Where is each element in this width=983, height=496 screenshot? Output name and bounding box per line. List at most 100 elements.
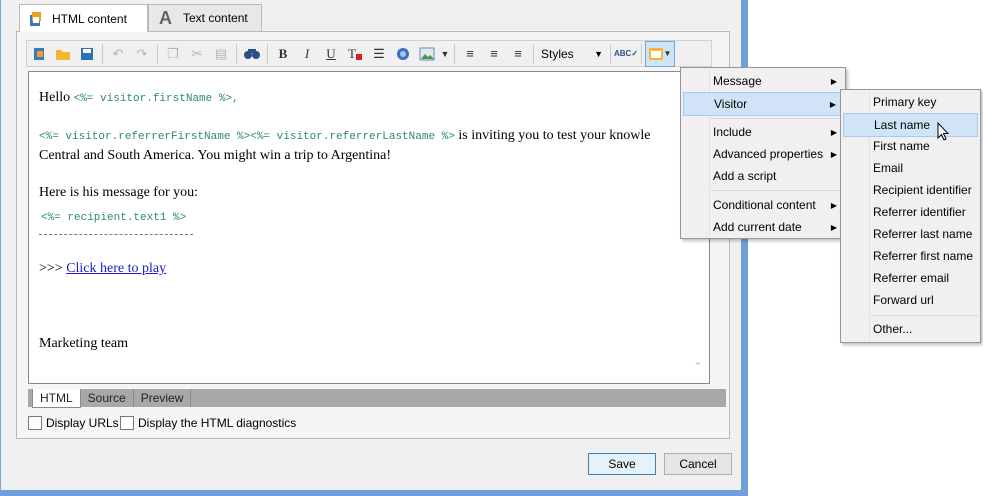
- new-document-icon[interactable]: [27, 42, 51, 66]
- tab-html-content[interactable]: HTML content: [19, 4, 148, 32]
- tab-text-content-label: Text content: [183, 11, 248, 25]
- underline-icon[interactable]: U: [319, 42, 343, 66]
- italic-icon[interactable]: I: [295, 42, 319, 66]
- toolbar-separator: [533, 43, 534, 64]
- toolbar-separator: [610, 43, 611, 64]
- menu-item-message[interactable]: Message ▶: [683, 70, 843, 92]
- undo-icon[interactable]: ↶: [106, 42, 130, 66]
- visitor-submenu: Primary key Last name First name Email R…: [840, 89, 981, 343]
- greeting-text: Hello: [39, 90, 74, 105]
- submenu-item-first-name[interactable]: First name: [843, 135, 978, 157]
- menu-item-visitor[interactable]: Visitor ▶: [683, 92, 843, 116]
- cut-icon[interactable]: ✂: [185, 42, 209, 66]
- menu-separator: [711, 118, 843, 119]
- display-diagnostics-label: Display the HTML diagnostics: [138, 416, 297, 430]
- tab-html-content-label: HTML content: [52, 11, 127, 26]
- editor-view-tabs: HTML Source Preview: [28, 389, 726, 408]
- spellcheck-icon[interactable]: ABC✓: [614, 42, 638, 66]
- display-urls-checkbox[interactable]: Display URLs: [28, 416, 119, 430]
- display-diagnostics-checkbox[interactable]: Display the HTML diagnostics: [120, 416, 296, 430]
- menu-item-advanced-properties[interactable]: Advanced properties ▶: [683, 143, 843, 165]
- align-left-icon[interactable]: ≡: [458, 42, 482, 66]
- submenu-item-recipient-identifier[interactable]: Recipient identifier: [843, 179, 978, 201]
- submenu-item-last-name[interactable]: Last name: [843, 113, 978, 137]
- image-dropdown-icon[interactable]: ▼: [439, 42, 451, 66]
- menu-item-add-script[interactable]: Add a script: [683, 165, 843, 187]
- signature: Marketing team: [39, 336, 129, 351]
- tab-text-content[interactable]: A Text content: [148, 4, 262, 31]
- submenu-item-referrer-email[interactable]: Referrer email: [843, 267, 978, 289]
- text1-tag: <%= recipient.text1 %>: [41, 212, 187, 224]
- play-prefix: >>>: [39, 261, 67, 276]
- menu-item-label: Conditional content: [713, 198, 816, 212]
- submenu-item-forward-url[interactable]: Forward url: [843, 289, 978, 311]
- align-center-icon[interactable]: ≡: [482, 42, 506, 66]
- copy-icon[interactable]: ❐: [161, 42, 185, 66]
- menu-item-label: Add a script: [713, 169, 777, 183]
- invitation-line: <%= visitor.referrerFirstName %><%= visi…: [39, 128, 650, 144]
- insert-link-icon[interactable]: [391, 42, 415, 66]
- submenu-item-other[interactable]: Other...: [843, 318, 978, 340]
- toolbar-separator: [267, 43, 268, 64]
- cancel-button[interactable]: Cancel: [664, 453, 732, 475]
- open-folder-icon[interactable]: [51, 42, 75, 66]
- tab-preview[interactable]: Preview: [134, 389, 192, 407]
- text-content-icon: A: [159, 8, 172, 28]
- tab-source[interactable]: Source: [81, 389, 134, 407]
- html-editor-area[interactable]: Hello <%= visitor.firstName %>, <%= visi…: [28, 71, 710, 384]
- menu-separator: [711, 190, 843, 191]
- submenu-arrow-icon: ▶: [830, 149, 837, 159]
- submenu-arrow-icon: ▶: [830, 200, 837, 210]
- submenu-item-referrer-identifier[interactable]: Referrer identifier: [843, 201, 978, 223]
- play-link[interactable]: Click here to play: [66, 261, 166, 276]
- referrer-tags: <%= visitor.referrerFirstName %><%= visi…: [39, 131, 455, 143]
- menu-item-label: Visitor: [714, 97, 748, 111]
- align-right-icon[interactable]: ≡: [506, 42, 530, 66]
- text-color-icon[interactable]: T: [343, 42, 367, 66]
- greeting-line: Hello <%= visitor.firstName %>,: [39, 90, 239, 106]
- tab-html[interactable]: HTML: [32, 389, 81, 408]
- menu-item-label: Message: [713, 74, 762, 88]
- submenu-item-referrer-last-name[interactable]: Referrer last name: [843, 223, 978, 245]
- submenu-arrow-icon: ▶: [830, 222, 837, 232]
- personalization-icon[interactable]: ▼: [645, 40, 675, 67]
- inviting-text: is inviting you to test your knowle: [454, 128, 651, 143]
- submenu-arrow-icon: ▶: [830, 76, 837, 86]
- submenu-arrow-icon: ▶: [830, 127, 837, 137]
- play-line: >>> Click here to play: [39, 261, 166, 277]
- chevron-down-icon: ▼: [594, 48, 603, 59]
- mouse-cursor-icon: [937, 121, 951, 142]
- find-binoculars-icon[interactable]: [240, 42, 264, 66]
- toolbar-separator: [236, 43, 237, 64]
- checkbox-box[interactable]: [28, 416, 42, 430]
- redo-icon[interactable]: ↷: [130, 42, 154, 66]
- personalization-menu: Message ▶ Visitor ▶ Include ▶ Advanced prop…: [680, 67, 846, 239]
- submenu-item-primary-key[interactable]: Primary key: [843, 91, 978, 113]
- html-content-icon: [28, 11, 44, 27]
- styles-label: Styles: [541, 46, 574, 61]
- menu-item-add-current-date[interactable]: Add current date ▶: [683, 216, 843, 238]
- styles-dropdown[interactable]: Styles ▼: [537, 43, 607, 65]
- submenu-item-referrer-first-name[interactable]: Referrer first name: [843, 245, 978, 267]
- menu-item-include[interactable]: Include ▶: [683, 121, 843, 143]
- message-intro: Here is his message for you:: [39, 185, 199, 200]
- menu-item-conditional-content[interactable]: Conditional content ▶: [683, 194, 843, 216]
- insert-image-icon[interactable]: [415, 42, 439, 66]
- paste-icon[interactable]: ▤: [209, 42, 233, 66]
- bullet-list-icon[interactable]: ☰: [367, 42, 391, 66]
- submenu-item-email[interactable]: Email: [843, 157, 978, 179]
- editor-toolbar: ↶ ↷ ❐ ✂ ▤ B I U T ☰ ▼ ≡ ≡ ≡ Styles ▼ ABC…: [26, 40, 712, 67]
- prize-line: Central and South America. You might win…: [39, 148, 392, 163]
- toolbar-separator: [454, 43, 455, 64]
- submenu-arrow-icon: ▶: [829, 99, 836, 109]
- scroll-down-icon[interactable]: ⌄: [693, 354, 705, 368]
- divider: [39, 234, 193, 235]
- bold-icon[interactable]: B: [271, 42, 295, 66]
- save-disk-icon[interactable]: [75, 42, 99, 66]
- checkbox-box[interactable]: [120, 416, 134, 430]
- menu-item-label: Include: [713, 125, 752, 139]
- toolbar-separator: [157, 43, 158, 64]
- toolbar-separator: [102, 43, 103, 64]
- display-urls-label: Display URLs: [46, 416, 119, 430]
- save-button[interactable]: Save: [588, 453, 656, 475]
